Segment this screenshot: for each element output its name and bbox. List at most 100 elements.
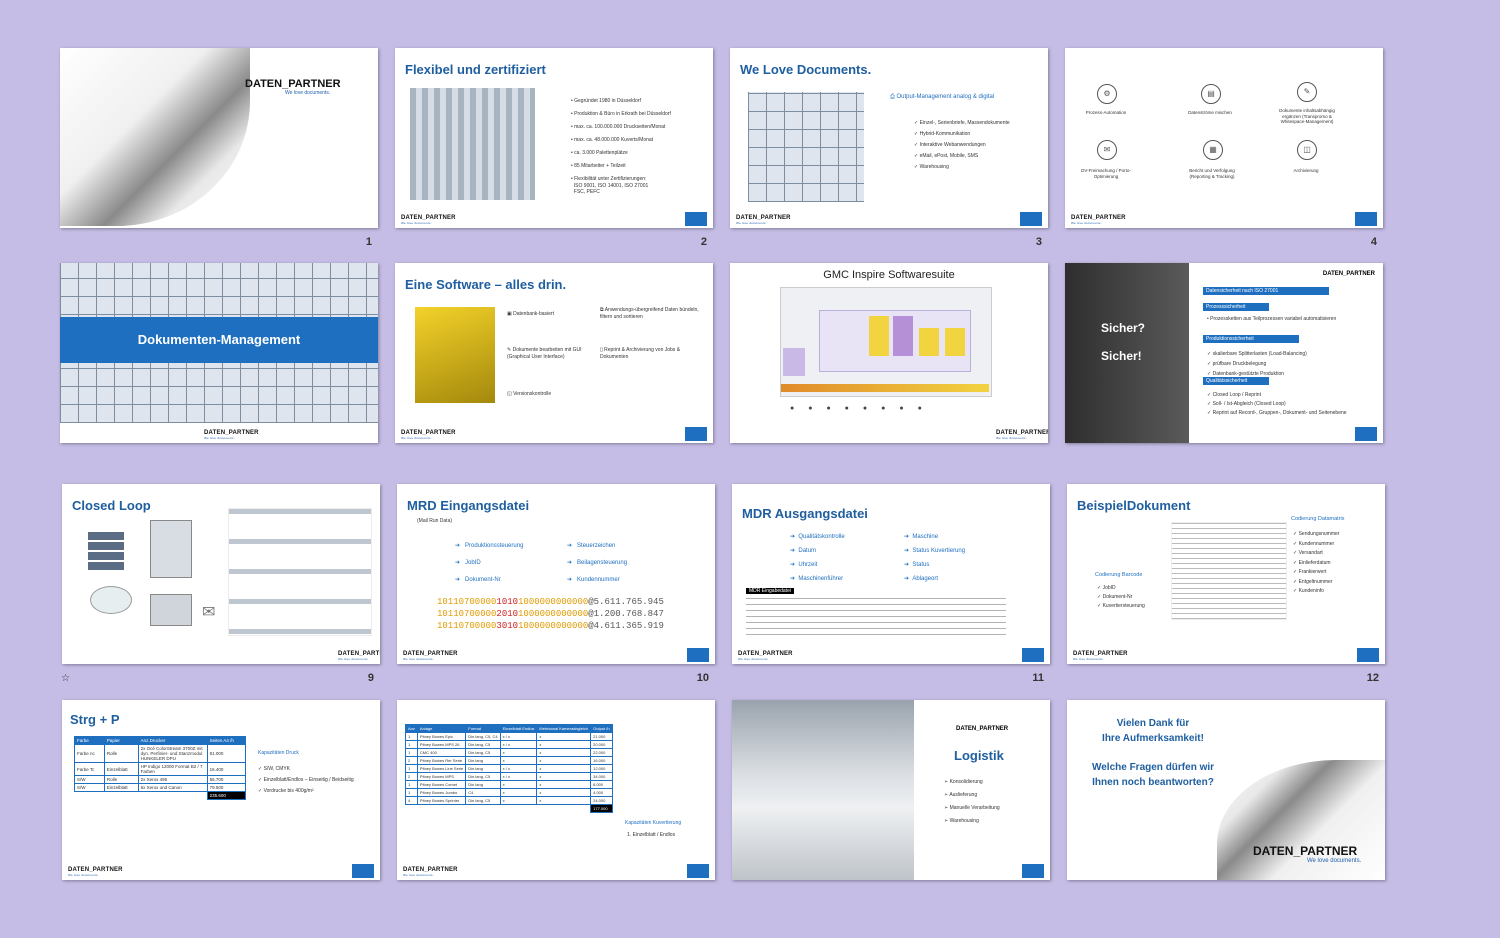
footer-blue-square [685,212,707,226]
slide-thumbnail-4[interactable]: ⚙ Prozess-Automation ▤ Datenströme misch… [1065,48,1383,228]
inserter-illustration [150,594,192,626]
slide-number: 11 [1032,672,1044,684]
archive-icon: ▯ [600,347,603,353]
slide-number: 4 [1370,236,1377,248]
slide-title: GMC Inspire Softwaresuite [823,269,955,281]
barcode-list: ✓ JobID ✓ Dokument-Nr ✓ Kuvertiersteueru… [1097,585,1145,609]
sicher-question: Sicher? [1101,321,1146,335]
reporting-icon: ▦ [1203,140,1223,160]
cloud-illustration [90,586,132,614]
footer-logo: DATEN_PARTNERWe love documents. [736,215,791,225]
archive-icon: ◫ [1297,140,1317,160]
slide-title: MRD Eingangsdatei [407,498,530,513]
footer-blue-square [685,427,707,441]
footer-blue-square [1020,212,1042,226]
slide-subtitle: (Mail Run Data) [417,518,453,524]
slide-thumbnail-7[interactable]: GMC Inspire Softwaresuite ●●●●●●●● DATEN… [730,263,1048,443]
database-icon: ▣ [507,311,512,317]
slide-thumbnail-12[interactable]: BeispielDokument Codierung Barcode ✓ Job… [1067,484,1385,664]
icon-label: Archivierung [1293,168,1319,173]
print-capacity-table: Farbe Papier Anz.Drucker Seiten A4 /h Farbe… [74,736,247,800]
slide-title: Strg + P [70,712,120,727]
dokumenten-management-banner: Dokumenten-Management [60,317,378,363]
document-supplement-icon: ✎ [1297,82,1317,102]
slide-thumbnail-13[interactable]: Strg + P Farbe Papier Anz.Drucker Seiten A4… [62,700,380,880]
slide-number: 2 [700,236,707,248]
bullet-list: • Gegründet 1980 in Düsseldorf • Produkt… [571,98,671,195]
capacity-heading: Kapazitäten Druck [258,750,299,756]
sicher-answer: Sicher! [1101,349,1142,363]
printer-icon: ⎙ [890,94,895,100]
slide-thumbnail-2[interactable]: Flexibel und zertifiziert • Gegründet 19… [395,48,713,228]
slide-title: Closed Loop [72,498,151,513]
field-list-right: ➔ Steuerzeichen ➔ Beilagensteuerung ➔ Ku… [567,543,628,583]
merge-icon: ⧉ [600,307,604,313]
slide-thumbnail-3[interactable]: We Love Documents. ⎙ Output-Management a… [730,48,1048,228]
slide-thumbnail-9[interactable]: Closed Loop ✉ DATEN_PARTNERWe love docum… [62,484,380,664]
automation-icon: ⚙ [1097,84,1117,104]
barcode-heading: Codierung Barcode [1095,572,1143,578]
field-list-left: ➔ Produktionssteuerung ➔ JobID ➔ Dokumen… [455,543,524,583]
slide-thumbnail-1[interactable]: DATEN_PARTNER We love documents. [60,48,378,228]
slide-thumbnail-15[interactable]: DATEN_PARTNER Logistik ➢ Konsolidierung … [732,700,1050,880]
slide-number: 9 [367,672,374,684]
qualitaet-heading: Qualitätssicherheit [1203,377,1269,385]
slide-number: 12 [1366,672,1379,684]
mrd-data-rows: 1011070000010101000000000000@5.611.765.9… [437,597,664,631]
envelope-icon: ✉ [202,604,216,621]
footer-blue-square [352,864,374,878]
footer-logo: DATEN_PARTNERWe love documents. [403,867,458,877]
bullet-list: ➢ Konsolidierung ➢ Auslieferung ➢ Manuel… [944,779,1000,824]
feature-list: ✎ Dokumente bearbeiten mit GUI (Graphica… [507,347,582,360]
mdr-data-rows [746,598,1006,638]
capacity-list: 1. Einzelblatt / Endlos [627,832,676,838]
slide-thumbnail-10[interactable]: MRD Eingangsdatei (Mail Run Data) ➔ Prod… [397,484,715,664]
bullet-list: ✓ Einzel-, Serienbriefe, Massendokumente… [914,120,1010,170]
datamatrix-list: ✓ Sendungsnummer ✓ Kundennummer ✓ Versan… [1293,531,1340,594]
footer-blue-square [1022,864,1044,878]
slide-transition-icon[interactable]: ☆ [61,673,70,684]
icon-label: Bericht und Verfolgung (Reporting & Trac… [1189,168,1235,179]
slide-thumbnail-8[interactable]: Sicher? Sicher! DATEN_PARTNER Datensiche… [1065,263,1383,443]
footer-logo: DATEN_PARTNERWe love documents. [1073,651,1128,661]
field-list-left: ➔ Qualitätskontrolle ➔ Datum ➔ Uhrzeit ➔… [790,534,845,582]
slide-title: BeispielDokument [1077,498,1191,513]
feature-list: ▯ Reprint & Archivierung von Jobs & Doku… [600,347,681,360]
mail-sorting-photo [748,92,864,202]
slide-title: MDR Ausgangsdatei [742,506,868,521]
icon-label: Prozess-Automation [1085,110,1127,115]
slide-number: 10 [696,672,709,684]
slide-thumbnail-14[interactable]: Anz Anlage Format Einzelblatt Endlos Mehrkan… [397,700,715,880]
footer-blue-square [1022,648,1044,662]
icon-label: Datenströme mischen [1188,110,1232,115]
slide-thumbnail-6[interactable]: Eine Software – alles drin. ▣ Datenbank-… [395,263,713,443]
footer-logo: DATEN_PARTNERWe love documents. [738,651,793,661]
slide-number: 1 [365,236,372,248]
edit-icon: ✎ [507,347,512,353]
slide-thumbnail-5[interactable]: Dokumenten-Management DATEN_PARTNER We lo… [60,263,378,443]
printer-illustration [150,520,192,578]
server-rack-illustration [88,532,124,572]
bullet-list: • Prozessketten aus Teilprozessen variab… [1207,316,1337,322]
icon-label: DV-Freimachung / Porto-Optimierung [1081,168,1131,179]
iso-heading: Datensicherheit nach ISO 27001 [1203,287,1329,295]
footer-logo: DATEN_PARTNERWe love documents. [401,215,456,225]
page-curl-graphic [60,48,250,226]
header-logo: DATEN_PARTNER [1322,271,1375,277]
inspire-suite-diagram [780,287,992,397]
header-logo: DATEN_PARTNER [956,726,1009,732]
footer-blue-square [687,648,709,662]
capacity-list: ✓ S/W, CMYK ✓ Einzelblatt/Endlos – Einse… [258,766,354,794]
daten-partner-logo: DATEN_PARTNER We love documents. [245,78,341,96]
daten-partner-logo: DATEN_PARTNER We love documents. [1253,844,1362,864]
capacity-heading: Kapazitäten Kuvertierung [625,820,682,826]
icon-label: Dokumente inhaltsabhängig ergänzen (Tran… [1279,108,1335,124]
slide-title: Logistik [954,748,1004,763]
postage-icon: ✉ [1097,140,1117,160]
footer-blue-square [1355,427,1377,441]
slide-thumbnail-11[interactable]: MDR Ausgangsdatei ➔ Qualitätskontrolle ➔… [732,484,1050,664]
footer-logo: DATEN_PARTNERWe love documents. [338,651,380,661]
footer-logo: DATEN_PARTNERWe love documents. [68,867,123,877]
produktion-heading: Produktionssicherheit [1203,335,1299,343]
slide-thumbnail-16[interactable]: Vielen Dank für Ihre Aufmerksamkeit! Wel… [1067,700,1385,880]
